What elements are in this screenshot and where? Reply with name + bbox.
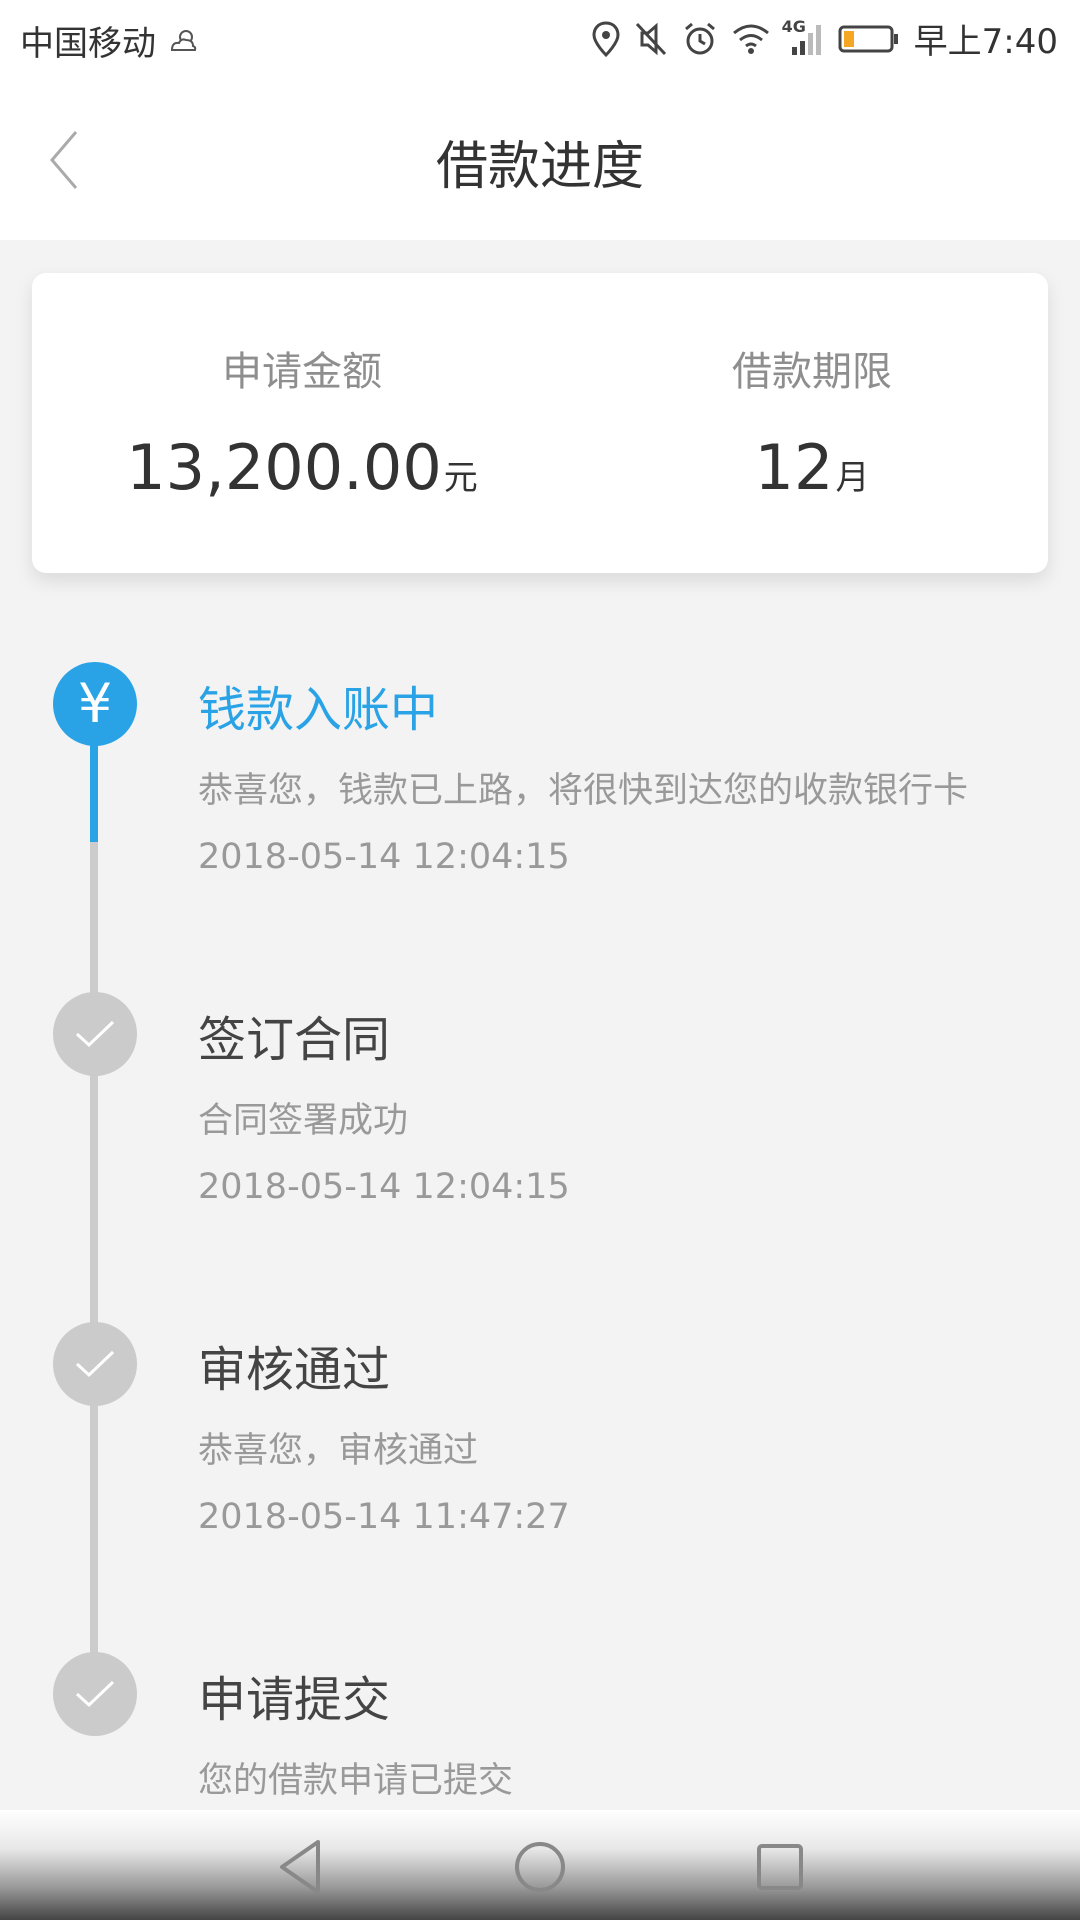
battery-icon xyxy=(838,24,900,54)
loan-summary-card: 申请金额 13,200.00元 借款期限 12月 xyxy=(32,273,1048,573)
square-recents-icon xyxy=(757,1844,803,1890)
signal-icon: 4G xyxy=(782,17,824,57)
step-description: 合同签署成功 xyxy=(198,1101,409,1141)
step-title: 申请提交 xyxy=(198,1672,391,1728)
step-icon-approved xyxy=(53,1322,137,1406)
term-unit: 月 xyxy=(835,458,870,498)
step-title: 钱款入账中 xyxy=(198,682,439,738)
alarm-icon xyxy=(682,21,718,57)
step-description: 恭喜您，审核通过 xyxy=(198,1431,479,1471)
status-bar: 中国移动 4G 早上7:40 xyxy=(0,0,1080,76)
carrier-label: 中国移动 xyxy=(20,24,156,64)
status-left: 中国移动 xyxy=(20,16,200,65)
screen: 中国移动 4G 早上7:40 借款进度 申请金额 13,200.00元 借款期限… xyxy=(0,0,1080,1920)
step-timestamp: 2018-05-14 11:47:27 xyxy=(198,1497,570,1537)
step-timestamp: 2018-05-14 12:04:15 xyxy=(198,837,570,877)
step-approved: 审核通过 恭喜您，审核通过 2018-05-14 11:47:27 xyxy=(198,1330,1040,1537)
network-type-label: 4G xyxy=(781,16,806,36)
step-title: 审核通过 xyxy=(198,1342,391,1398)
step-title: 签订合同 xyxy=(198,1012,391,1068)
page-title: 借款进度 xyxy=(435,137,644,197)
yen-icon: ¥ xyxy=(77,672,113,735)
term-column: 借款期限 12月 xyxy=(572,273,1052,504)
progress-timeline: ¥ 钱款入账中 恭喜您，钱款已上路，将很快到达您的收款银行卡 2018-05-1… xyxy=(0,650,1080,1810)
header: 借款进度 xyxy=(0,76,1080,240)
step-submitted: 申请提交 您的借款申请已提交 xyxy=(198,1660,1040,1803)
weather-icon xyxy=(166,26,200,56)
term-label: 借款期限 xyxy=(732,349,892,395)
step-description: 您的借款申请已提交 xyxy=(198,1761,514,1801)
amount-column: 申请金额 13,200.00元 xyxy=(62,273,542,504)
amount-value: 13,200.00 xyxy=(126,431,442,504)
clock-label: 早上7:40 xyxy=(913,22,1058,62)
amount-label: 申请金额 xyxy=(222,349,382,395)
wifi-icon xyxy=(732,23,770,55)
circle-home-icon xyxy=(515,1842,565,1892)
nav-recents-button[interactable] xyxy=(745,1832,815,1902)
amount-unit: 元 xyxy=(443,458,478,498)
check-icon xyxy=(75,1020,115,1048)
system-nav-bar xyxy=(0,1810,1080,1920)
amount-value-row: 13,200.00元 xyxy=(62,431,542,504)
step-icon-contract xyxy=(53,992,137,1076)
step-disbursing: 钱款入账中 恭喜您，钱款已上路，将很快到达您的收款银行卡 2018-05-14 … xyxy=(198,670,1040,877)
status-right: 4G 早上7:40 xyxy=(592,14,1058,63)
triangle-back-icon xyxy=(280,1840,320,1894)
mute-icon xyxy=(634,21,668,57)
check-icon xyxy=(75,1680,115,1708)
step-contract: 签订合同 合同签署成功 2018-05-14 12:04:15 xyxy=(198,1000,1040,1207)
location-icon xyxy=(592,20,620,57)
timeline-track xyxy=(90,704,98,1704)
step-timestamp: 2018-05-14 12:04:15 xyxy=(198,1167,570,1207)
nav-home-button[interactable] xyxy=(505,1832,575,1902)
nav-back-button[interactable] xyxy=(266,1832,336,1902)
step-icon-disbursing: ¥ xyxy=(53,662,137,746)
step-description: 恭喜您，钱款已上路，将很快到达您的收款银行卡 xyxy=(198,771,969,811)
step-icon-submitted xyxy=(53,1652,137,1736)
check-icon xyxy=(75,1350,115,1378)
term-value-row: 12月 xyxy=(572,431,1052,504)
term-value: 12 xyxy=(754,431,834,504)
